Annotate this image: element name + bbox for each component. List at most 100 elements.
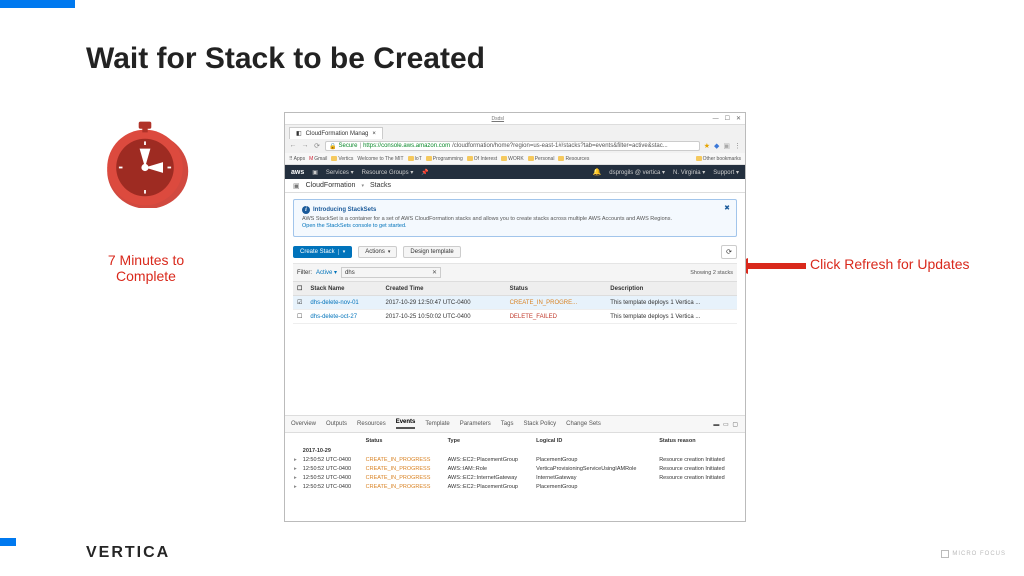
event-logical: PlacementGroup — [533, 483, 656, 492]
cell-status: CREATE_IN_PROGRE... — [506, 296, 607, 310]
folder-icon — [408, 156, 414, 161]
select-all-checkbox[interactable]: ☐ — [293, 282, 306, 296]
tab-change-sets[interactable]: Change Sets — [566, 421, 601, 427]
event-time: 12:50:52 UTC-0400 — [300, 456, 363, 465]
bookmark-item[interactable]: Programming — [426, 156, 463, 162]
event-reason: Resource creation Initiated — [656, 465, 739, 474]
refresh-button[interactable]: ⟳ — [721, 245, 737, 259]
stack-name-link[interactable]: dhs-delete-oct-27 — [306, 310, 381, 324]
chevron-down-icon: ▾ — [361, 183, 364, 189]
resource-groups-menu[interactable]: Resource Groups ▾ — [362, 169, 414, 176]
bookmark-item[interactable]: Of Interest — [467, 156, 497, 162]
aws-header: aws ▣ Services ▾ Resource Groups ▾ 📌 🔔 d… — [285, 165, 745, 179]
event-row[interactable]: ▸ 12:50:52 UTC-0400 CREATE_IN_PROGRESS A… — [291, 456, 739, 465]
design-template-button[interactable]: Design template — [403, 246, 460, 258]
folder-icon — [426, 156, 432, 161]
tab-overview[interactable]: Overview — [291, 421, 316, 427]
event-logical: VerticaProvisioningServiceUsingIAMRole — [533, 465, 656, 474]
breadcrumb-page: Stacks — [370, 182, 391, 189]
table-empty-space — [293, 324, 737, 409]
event-status: CREATE_IN_PROGRESS — [363, 456, 445, 465]
browser-tab[interactable]: ◧ CloudFormation Manag × — [289, 127, 383, 139]
bookmark-item[interactable]: ⠿Apps — [289, 156, 305, 162]
tab-close-icon[interactable]: × — [372, 131, 376, 137]
address-bar[interactable]: 🔒 Secure | https://console.aws.amazon.co… — [325, 141, 700, 151]
row-checkbox[interactable]: ☐ — [293, 310, 306, 324]
menu-icon[interactable]: ⋮ — [734, 142, 741, 150]
bookmark-item[interactable]: Welcome to The MIT — [357, 156, 403, 162]
bookmark-item[interactable]: Vertics — [331, 156, 353, 162]
refresh-icon: ⟳ — [726, 249, 732, 256]
back-icon[interactable]: ← — [289, 142, 297, 150]
filter-input[interactable]: dhs ✕ — [341, 267, 441, 278]
stack-name-link[interactable]: dhs-delete-nov-01 — [306, 296, 381, 310]
layout-icons[interactable]: ▬ ▭ ▢ — [713, 421, 739, 428]
bookmark-item[interactable]: MGmail — [309, 156, 327, 162]
browser-window: Dsdsl — ☐ ✕ ◧ CloudFormation Manag × ← →… — [284, 112, 746, 522]
tab-parameters[interactable]: Parameters — [460, 421, 491, 427]
event-row[interactable]: ▸ 12:50:52 UTC-0400 CREATE_IN_PROGRESS A… — [291, 465, 739, 474]
reload-icon[interactable]: ⟳ — [313, 142, 321, 150]
bell-icon[interactable]: 🔔 — [593, 168, 602, 176]
tab-outputs[interactable]: Outputs — [326, 421, 347, 427]
ext2-icon[interactable]: ▣ — [723, 142, 730, 150]
bookmark-item[interactable]: IoT — [408, 156, 422, 162]
bookmark-item[interactable]: Resources — [558, 156, 589, 162]
col-type: Type — [445, 436, 534, 446]
maximize-icon[interactable]: ☐ — [725, 115, 730, 122]
bookmark-item[interactable]: Other bookmarks — [696, 156, 741, 162]
cell-desc: This template deploys 1 Vertica ... — [606, 296, 737, 310]
expand-icon[interactable]: ▸ — [291, 456, 300, 465]
user-menu[interactable]: dsprogils @ vertica ▾ — [609, 169, 665, 176]
bookmark-item[interactable]: Personal — [528, 156, 555, 162]
vertica-logo: VERTICA — [86, 544, 170, 562]
minimize-icon[interactable]: — — [713, 116, 719, 122]
tab-template[interactable]: Template — [425, 421, 449, 427]
action-row: Create Stack▾ Actions▾ Design template ⟳ — [293, 245, 737, 259]
col-status[interactable]: Status — [506, 282, 607, 296]
event-type: AWS::IAM::Role — [445, 465, 534, 474]
events-date-row: 2017-10-29 — [291, 446, 739, 456]
window-title-bar: Dsdsl — ☐ ✕ — [285, 113, 745, 125]
info-banner: i Introducing StackSets AWS StackSet is … — [293, 199, 737, 237]
filter-dropdown[interactable]: Active ▾ — [316, 269, 337, 276]
tab-resources[interactable]: Resources — [357, 421, 386, 427]
browser-tabs: ◧ CloudFormation Manag × — [285, 125, 745, 139]
event-row[interactable]: ▸ 12:50:52 UTC-0400 CREATE_IN_PROGRESS A… — [291, 483, 739, 492]
page-content: i Introducing StackSets AWS StackSet is … — [285, 193, 745, 415]
table-row[interactable]: ☐ dhs-delete-oct-27 2017-10-25 10:50:02 … — [293, 310, 737, 324]
services-menu[interactable]: Services ▾ — [326, 169, 354, 176]
bookmark-item[interactable]: WORK — [501, 156, 524, 162]
filter-label: Filter: — [297, 270, 312, 276]
expand-icon[interactable]: ▸ — [291, 465, 300, 474]
support-menu[interactable]: Support ▾ — [713, 169, 739, 176]
close-window-icon[interactable]: ✕ — [736, 115, 741, 122]
pin-icon[interactable]: 📌 — [421, 169, 428, 176]
aws-logo[interactable]: aws — [291, 169, 304, 176]
star-icon[interactable]: ★ — [704, 142, 710, 150]
tab-title: CloudFormation Manag — [306, 131, 369, 137]
col-stack-name[interactable]: Stack Name — [306, 282, 381, 296]
actions-button[interactable]: Actions▾ — [358, 246, 397, 258]
banner-link[interactable]: Open the StackSets console to get starte… — [302, 223, 407, 229]
url-host: https://console.aws.amazon.com — [363, 143, 450, 149]
region-menu[interactable]: N. Virginia ▾ — [673, 169, 705, 176]
col-status: Status — [363, 436, 445, 446]
forward-icon[interactable]: → — [301, 142, 309, 150]
tab-stack-policy[interactable]: Stack Policy — [523, 421, 556, 427]
tab-tags[interactable]: Tags — [501, 421, 514, 427]
col-description[interactable]: Description — [606, 282, 737, 296]
breadcrumb-app[interactable]: CloudFormation — [306, 182, 356, 189]
close-banner-icon[interactable]: ✖ — [724, 204, 730, 212]
row-checkbox[interactable]: ☑ — [293, 296, 306, 310]
ext1-icon[interactable]: ◆ — [714, 142, 719, 150]
expand-icon[interactable]: ▸ — [291, 483, 300, 492]
col-created-time[interactable]: Created Time — [382, 282, 506, 296]
create-stack-button[interactable]: Create Stack▾ — [293, 246, 352, 258]
table-row[interactable]: ☑ dhs-delete-nov-01 2017-10-29 12:50:47 … — [293, 296, 737, 310]
tab-events[interactable]: Events — [396, 419, 416, 429]
clear-filter-icon[interactable]: ✕ — [432, 269, 437, 276]
expand-icon[interactable]: ▸ — [291, 474, 300, 483]
event-row[interactable]: ▸ 12:50:52 UTC-0400 CREATE_IN_PROGRESS A… — [291, 474, 739, 483]
event-status: CREATE_IN_PROGRESS — [363, 474, 445, 483]
